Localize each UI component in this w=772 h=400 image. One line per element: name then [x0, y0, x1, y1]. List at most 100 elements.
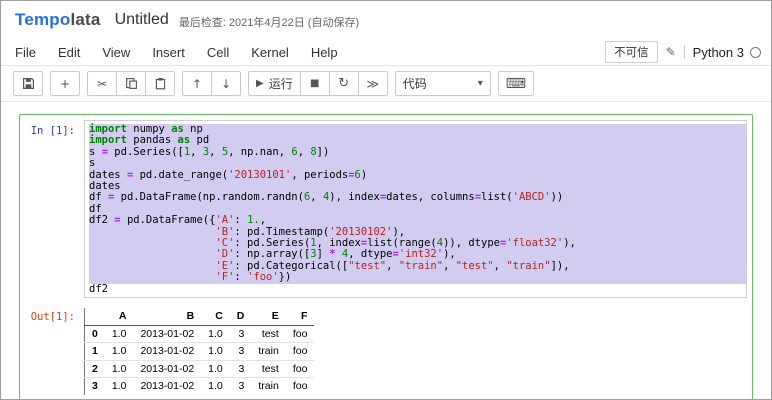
table-cell: 3 — [230, 378, 252, 395]
notebook-container: In [1]: import numpy as npimport pandas … — [1, 102, 771, 399]
trust-indicator[interactable]: 不可信 — [605, 41, 658, 63]
menu-bar: File Edit View Insert Cell Kernel Help 不… — [1, 39, 771, 66]
keyboard-icon: ⌨ — [506, 76, 526, 92]
play-icon: ▶ — [256, 78, 264, 89]
scissors-icon: ✂ — [97, 77, 107, 91]
save-button[interactable] — [13, 71, 43, 96]
cut-cell-button[interactable]: ✂ — [87, 71, 117, 96]
row-index: 1 — [85, 343, 105, 361]
table-cell: foo — [286, 343, 315, 361]
move-cell-up-button[interactable]: ↑ — [182, 71, 212, 96]
table-header-cell: A — [105, 308, 134, 325]
table-cell: 3 — [230, 360, 252, 378]
stop-icon: ■ — [310, 78, 319, 89]
cell-output-row: Out[1]: A B C D E F — [20, 306, 747, 395]
table-row: 3 1.0 2013-01-02 1.0 3 train foo — [85, 378, 315, 395]
restart-icon: ↻ — [338, 76, 349, 91]
interrupt-kernel-button[interactable]: ■ — [300, 71, 330, 96]
fast-forward-icon: ≫ — [366, 77, 379, 91]
menu-right: 不可信 ✎ Python 3 — [605, 41, 761, 63]
toolbar: + ✂ ↑ ↓ ▶ 运行 ■ ↻ ≫ 代码 ▾ ⌨ — [1, 66, 771, 102]
row-index: 2 — [85, 360, 105, 378]
table-header-cell: C — [201, 308, 230, 325]
row-index: 0 — [85, 325, 105, 343]
arrow-up-icon: ↑ — [192, 77, 202, 91]
table-cell: 1.0 — [201, 360, 230, 378]
kernel-name: Python 3 — [693, 45, 744, 60]
table-cell: 2013-01-02 — [133, 343, 201, 361]
table-cell: 1.0 — [201, 325, 230, 343]
dataframe-table: A B C D E F 0 1.0 — [84, 308, 314, 395]
output-prompt: Out[1]: — [20, 306, 84, 395]
app-header: Tempolata Untitled 最后检查: 2021年4月22日 (自动保… — [1, 1, 771, 39]
input-prompt: In [1]: — [20, 120, 84, 298]
app-logo[interactable]: Tempolata — [15, 10, 101, 30]
table-cell: test — [251, 360, 285, 378]
insert-cell-button[interactable]: + — [50, 71, 80, 96]
code-cell[interactable]: In [1]: import numpy as npimport pandas … — [19, 114, 753, 400]
restart-run-all-button[interactable]: ≫ — [358, 71, 388, 96]
table-cell: 1.0 — [105, 343, 134, 361]
code-tail-block: df2 — [89, 284, 746, 295]
chevron-down-icon: ▾ — [478, 78, 483, 89]
code-line: 'F': 'foo'}) — [89, 272, 746, 283]
row-index: 3 — [85, 378, 105, 395]
copy-cell-button[interactable] — [116, 71, 146, 96]
cell-input-row: In [1]: import numpy as npimport pandas … — [20, 120, 747, 298]
divider — [684, 45, 685, 59]
code-editor[interactable]: import numpy as npimport pandas as pds =… — [84, 120, 747, 298]
menu-insert[interactable]: Insert — [152, 45, 185, 60]
checkpoint-status: 最后检查: 2021年4月22日 (自动保存) — [179, 11, 359, 30]
table-cell: 1.0 — [105, 360, 134, 378]
output-area: A B C D E F 0 1.0 — [84, 306, 314, 395]
table-cell: foo — [286, 325, 315, 343]
menu-file[interactable]: File — [15, 45, 36, 60]
code-line: df2 — [89, 284, 746, 295]
plus-icon: + — [60, 77, 70, 91]
table-cell: train — [251, 343, 285, 361]
table-cell: 2013-01-02 — [133, 360, 201, 378]
table-cell: 2013-01-02 — [133, 325, 201, 343]
cell-type-select[interactable]: 代码 ▾ — [395, 71, 491, 96]
table-cell: 3 — [230, 343, 252, 361]
menu-edit[interactable]: Edit — [58, 45, 80, 60]
table-cell: 1.0 — [105, 378, 134, 395]
table-row: 0 1.0 2013-01-02 1.0 3 test foo — [85, 325, 315, 343]
run-button-label: 运行 — [269, 75, 293, 92]
notebook-title[interactable]: Untitled — [115, 11, 169, 29]
run-cell-button[interactable]: ▶ 运行 — [248, 71, 301, 96]
notebook-app: Tempolata Untitled 最后检查: 2021年4月22日 (自动保… — [0, 0, 772, 400]
move-cell-down-button[interactable]: ↓ — [211, 71, 241, 96]
menu-items: File Edit View Insert Cell Kernel Help — [15, 45, 360, 60]
menu-cell[interactable]: Cell — [207, 45, 229, 60]
table-header-cell — [85, 308, 105, 325]
save-icon — [22, 77, 35, 90]
table-cell: 1.0 — [201, 378, 230, 395]
kernel-status-icon — [750, 47, 761, 58]
table-cell: foo — [286, 378, 315, 395]
menu-help[interactable]: Help — [311, 45, 338, 60]
copy-icon — [125, 77, 138, 90]
code-line: dates = pd.date_range('20130101', period… — [89, 170, 746, 181]
restart-kernel-button[interactable]: ↻ — [329, 71, 359, 96]
table-header-cell: B — [133, 308, 201, 325]
table-header-cell: F — [286, 308, 315, 325]
menu-kernel[interactable]: Kernel — [251, 45, 289, 60]
command-palette-button[interactable]: ⌨ — [498, 71, 534, 96]
table-row: 1 1.0 2013-01-02 1.0 3 train foo — [85, 343, 315, 361]
logo-text-secondary: lata — [70, 10, 100, 29]
paste-cell-button[interactable] — [145, 71, 175, 96]
menu-view[interactable]: View — [102, 45, 130, 60]
table-cell: 3 — [230, 325, 252, 343]
code-line: df = pd.DataFrame(np.random.randn(6, 4),… — [89, 192, 746, 203]
table-header-row: A B C D E F — [85, 308, 315, 325]
cell-type-value: 代码 — [403, 75, 427, 92]
code-line: s = pd.Series([1, 3, 5, np.nan, 6, 8]) — [89, 147, 746, 158]
table-header-cell: D — [230, 308, 252, 325]
table-cell: foo — [286, 360, 315, 378]
arrow-down-icon: ↓ — [221, 77, 231, 91]
paste-icon — [154, 77, 167, 90]
table-cell: 1.0 — [105, 325, 134, 343]
table-header-cell: E — [251, 308, 285, 325]
table-cell: train — [251, 378, 285, 395]
